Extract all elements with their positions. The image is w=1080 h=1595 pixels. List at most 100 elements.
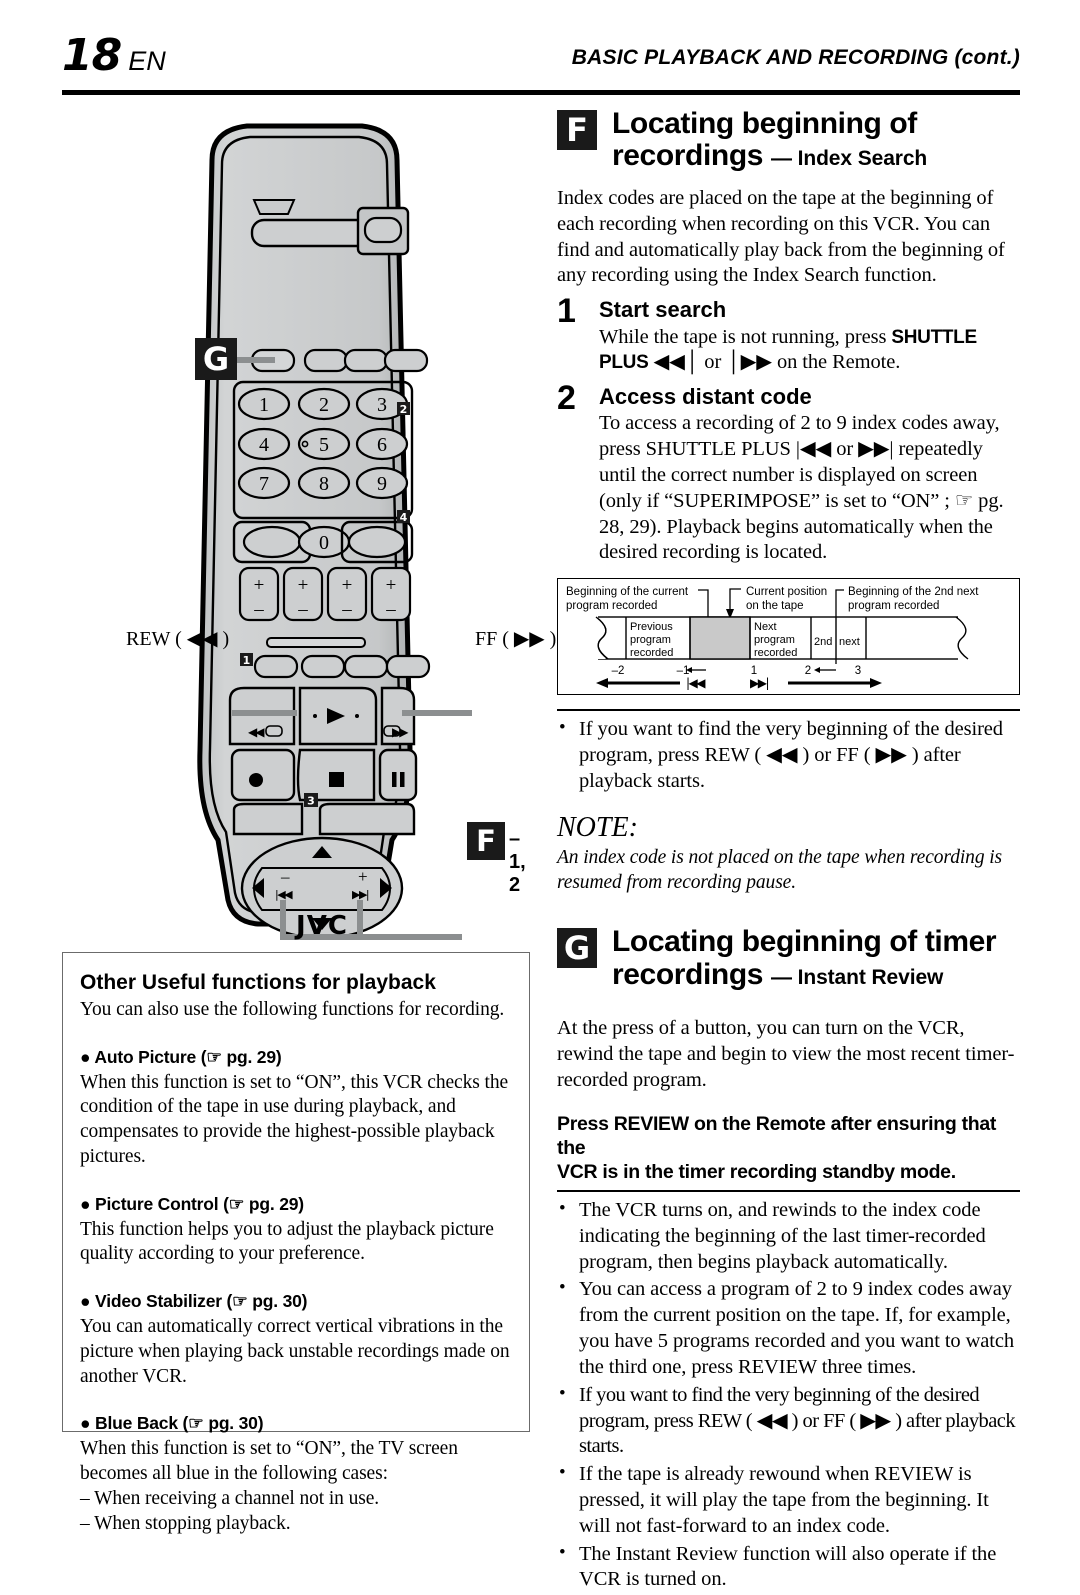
section-f-heading: F Locating beginning of recordings — Ind… (557, 107, 1020, 182)
section-g-title: Locating beginning of timer recordings —… (612, 926, 1020, 991)
step-2-body: To access a recording of 2 to 9 index co… (599, 412, 1004, 564)
tick-arrow-head-2 (814, 667, 820, 674)
page-reference: (☞ pg. 29) (223, 1193, 304, 1214)
tape-diagram-svg: Beginning of the current program recorde… (566, 586, 979, 690)
step-2-number: 2 (557, 379, 576, 418)
key-enter[interactable] (347, 525, 407, 559)
section-f-subtitle: — Index Search (770, 147, 928, 171)
section-g-title-line2: recordings (612, 957, 764, 991)
record-icon (249, 773, 263, 787)
shuttle-minus-icon: |◀◀ (275, 888, 293, 901)
rew-direction-arrowhead (596, 678, 608, 689)
page-header: 18 EN BASIC PLAYBACK AND RECORDING (cont.… (62, 30, 1020, 98)
marker-1-label: 1 (243, 654, 251, 667)
top-button-3[interactable] (343, 348, 389, 373)
rocker-2-plus: + (298, 575, 309, 596)
key-0-label: 0 (319, 532, 329, 554)
function-body: This function helps you to adjust the pl… (80, 1218, 494, 1265)
section-g-bullet-1: The VCR turns on, and rewinds to the ind… (557, 1197, 1020, 1275)
key-3-label: 3 (377, 394, 387, 416)
section-g-bullet-4: If the tape is already rewound when REVI… (557, 1461, 1020, 1539)
callout-label-rew: REW ( ◀◀ ) (126, 628, 230, 650)
rocker-2-minus: – (297, 599, 308, 620)
diagram-label-2nd-next-2: program recorded (848, 600, 939, 612)
section-g-bullet-2: You can access a program of 2 to 9 index… (557, 1276, 1020, 1380)
wide-button-right[interactable] (318, 802, 416, 836)
block-next-short: next (839, 636, 860, 648)
page-reference: (☞ pg. 29) (200, 1046, 282, 1067)
function-name: Picture Control (95, 1193, 219, 1214)
step-1-body: While the tape is not running, press SHU… (599, 325, 1020, 377)
remote-control-illustration: 1 2 3 4 5 6 7 8 9 2 0 4 + – + – + – + – … (62, 110, 556, 941)
rocker-3-minus: – (341, 599, 352, 620)
block-prev-line2: program (630, 634, 671, 646)
fn-button-3[interactable] (343, 654, 389, 679)
wide-button-left[interactable] (232, 802, 304, 836)
ff-shuttle-icon: ▶▶| (750, 676, 768, 690)
section-g-heading: G Locating beginning of timer recordings… (557, 926, 1020, 1000)
note-text: An index code is not placed on the tape … (557, 847, 1003, 894)
record-button[interactable] (230, 748, 296, 802)
section-f-title-line2: recordings (612, 139, 764, 173)
header-rule (62, 90, 1020, 95)
play-dot-right-icon (355, 714, 359, 718)
other-useful-functions-box: Other Useful functions for playback You … (62, 952, 530, 1534)
step-2-title: Access distant code (599, 384, 812, 410)
key-100plus[interactable] (242, 525, 302, 559)
divider-rule-g (557, 1190, 1020, 1192)
fn-button-4[interactable] (385, 654, 431, 679)
tv-power-button[interactable] (363, 216, 403, 244)
nav-plus-label: + (358, 867, 368, 886)
top-button-2[interactable] (303, 348, 349, 373)
scale-2: 2 (805, 665, 811, 677)
marker-4-label: 4 (400, 511, 408, 524)
shuttle-plus-icon: ▶▶| (352, 888, 369, 901)
section-f-intro: Index codes are placed on the tape at th… (557, 187, 1005, 287)
header-title: BASIC PLAYBACK AND RECORDING (cont.) (571, 46, 1020, 69)
callout-badge-f: F (467, 822, 505, 860)
pause-icon-bar-2 (400, 772, 405, 787)
function-subline: – When stopping playback. (80, 1512, 291, 1534)
key-8-label: 8 (319, 473, 329, 495)
page-number: 18 EN (62, 30, 166, 81)
section-g-bullet-3: If you want to find the very beginning o… (557, 1382, 1020, 1460)
play-dot-left-icon (313, 714, 317, 718)
pause-button[interactable] (378, 748, 418, 802)
function-body: You can automatically correct vertical v… (80, 1316, 510, 1387)
key-6-label: 6 (377, 434, 387, 456)
brand-logo: JVC (294, 911, 348, 940)
keypad[interactable]: 1 2 3 4 5 6 7 8 9 (237, 387, 409, 500)
tape-right-cover (958, 615, 972, 662)
rocker-4-minus: – (385, 599, 396, 620)
block-next-line3: recorded (754, 647, 797, 659)
key-7-label: 7 (259, 473, 269, 495)
rocker-1-plus: + (254, 575, 265, 596)
section-f-title: Locating beginning of recordings — Index… (612, 107, 1020, 173)
key-1-label: 1 (259, 394, 269, 416)
manual-page: 18 EN BASIC PLAYBACK AND RECORDING (cont.… (0, 0, 1080, 1590)
tape-current-segment (689, 616, 751, 661)
bullet-icon: ● (80, 1413, 91, 1434)
step-1: 1 Start search While the tape is not run… (557, 294, 1020, 377)
fn-button-1[interactable] (253, 654, 299, 679)
step-1-body-pre: While the tape is not running, press (599, 325, 892, 348)
top-button-4[interactable] (383, 348, 429, 373)
block-prev-line3: recorded (630, 647, 673, 659)
step-1-body-post: ◀◀│ or │▶▶ on the Remote. (648, 351, 901, 374)
section-f-bullet-1: If you want to find the very beginning o… (557, 716, 1020, 794)
section-g-leadin: Press REVIEW on the Remote after ensurin… (557, 1112, 1020, 1185)
function-subline: – When receiving a channel not in use. (80, 1487, 380, 1509)
section-g-subtitle: — Instant Review (770, 965, 944, 989)
divider-rule-f (557, 709, 1020, 711)
ff-direction-arrowhead (870, 678, 882, 689)
marker-3-label: 3 (307, 795, 315, 808)
scale-minus-2: –2 (612, 665, 625, 677)
note-heading: NOTE: (557, 812, 638, 844)
section-g-badge: G (557, 928, 597, 969)
stop-icon (329, 772, 344, 787)
fn-button-2[interactable] (300, 654, 346, 679)
diagram-label-current-begin-1: Beginning of the current (566, 586, 689, 598)
callout-badge-f-suffix: –1, 2 (509, 828, 526, 896)
section-g-bullet-5: The Instant Review function will also op… (557, 1541, 1020, 1594)
slim-bar-button[interactable] (266, 637, 366, 648)
